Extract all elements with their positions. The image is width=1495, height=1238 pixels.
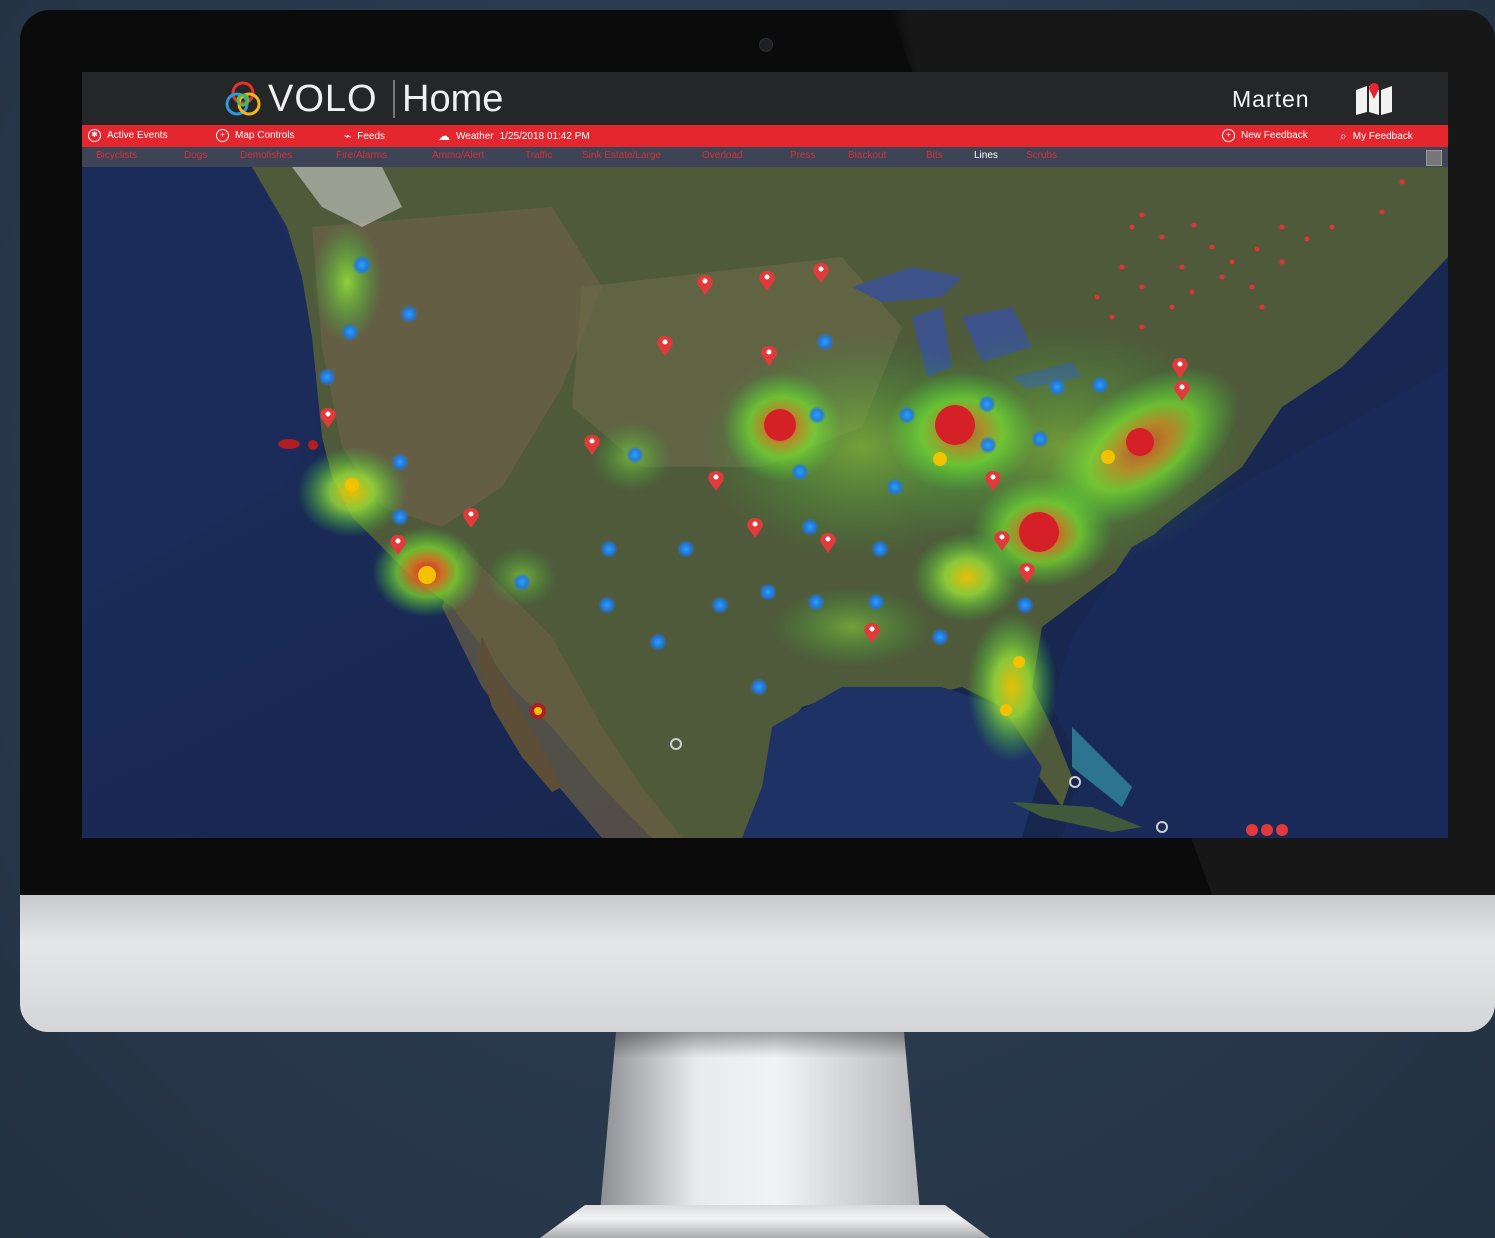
- cluster-marker: [626, 446, 644, 464]
- camera-icon: [759, 38, 773, 52]
- cluster-marker: [750, 678, 768, 696]
- filter-item-active[interactable]: Lines: [974, 150, 998, 161]
- layer-filter-bar: Bicyclists Dogs Demolishes Fire/Alarms A…: [82, 147, 1448, 167]
- filter-item[interactable]: Traffic: [525, 150, 552, 161]
- weather-label: Weather: [456, 130, 494, 142]
- my-feedback-button[interactable]: ⌕ My Feedback: [1340, 129, 1413, 144]
- filter-item[interactable]: Sink Estate/Large: [582, 150, 661, 161]
- cluster-marker: [898, 406, 916, 424]
- cluster-marker: [1048, 378, 1066, 396]
- user-map-icon[interactable]: [1355, 82, 1393, 116]
- cluster-marker: [807, 593, 825, 611]
- app-header: VOLO Home Marten: [82, 72, 1448, 125]
- cluster-marker: [513, 573, 531, 591]
- cluster-marker: [931, 628, 949, 646]
- page-title: Home: [402, 78, 504, 120]
- cluster-marker: [341, 323, 359, 341]
- filter-item[interactable]: Dogs: [184, 150, 207, 161]
- main-toolbar: ✱ Active Events + Map Controls ⌁ Feeds ☁…: [82, 125, 1448, 147]
- cluster-marker: [808, 406, 826, 424]
- cluster-marker: [598, 596, 616, 614]
- cluster-marker: [649, 633, 667, 651]
- cluster-marker: [759, 583, 777, 601]
- volo-logo-icon: [225, 81, 261, 116]
- monitor-foot: [540, 1205, 990, 1238]
- filter-item[interactable]: Scrubs: [1026, 150, 1057, 161]
- cluster-marker: [391, 508, 409, 526]
- cluster-marker: [391, 453, 409, 471]
- cluster-marker: [791, 463, 809, 481]
- header-divider: [393, 80, 395, 118]
- monitor-stand-shadow: [612, 1032, 908, 1058]
- cluster-marker: [318, 368, 336, 386]
- cluster-marker: [711, 596, 729, 614]
- filter-item[interactable]: Blackout: [848, 150, 886, 161]
- map-controls-label: Map Controls: [235, 130, 295, 141]
- filter-item[interactable]: Press: [790, 150, 816, 161]
- weather-timestamp: 1/25/2018 01:42 PM: [499, 130, 590, 142]
- filter-item[interactable]: Bicyclists: [96, 150, 137, 161]
- weather-button[interactable]: ☁ Weather 1/25/2018 01:42 PM: [438, 129, 590, 143]
- cluster-marker: [677, 540, 695, 558]
- map-controls-button[interactable]: + Map Controls: [216, 129, 294, 142]
- monitor-stand: [600, 1032, 920, 1212]
- cluster-marker: [400, 305, 418, 323]
- new-feedback-label: New Feedback: [1241, 130, 1308, 141]
- cluster-marker: [978, 395, 996, 413]
- cluster-marker: [1091, 376, 1109, 394]
- active-events-label: Active Events: [107, 130, 168, 141]
- active-events-button[interactable]: ✱ Active Events: [88, 129, 168, 142]
- cluster-marker: [867, 593, 885, 611]
- filter-item[interactable]: Overload: [702, 150, 743, 161]
- plus-circle-icon: +: [1222, 129, 1235, 142]
- filter-item[interactable]: Fire/Alarms: [336, 150, 387, 161]
- user-name[interactable]: Marten: [1232, 86, 1310, 113]
- radar-icon: ✱: [88, 129, 101, 142]
- cluster-marker: [600, 540, 618, 558]
- cluster-marker: [1016, 596, 1034, 614]
- cluster-marker: [979, 436, 997, 454]
- cluster-marker: [871, 540, 889, 558]
- filter-item[interactable]: Demolishes: [240, 150, 292, 161]
- monitor-chin: [20, 895, 1495, 1032]
- feeds-label: Feeds: [357, 130, 386, 142]
- app-name: VOLO: [268, 78, 378, 120]
- cluster-marker: [352, 255, 372, 275]
- cluster-marker: [801, 518, 819, 536]
- search-icon: ⌕: [1340, 129, 1347, 143]
- cluster-marker: [1031, 430, 1049, 448]
- map-view[interactable]: [82, 167, 1448, 838]
- filter-item[interactable]: Bits: [926, 150, 943, 161]
- filter-item[interactable]: Ammo/Alert: [432, 150, 484, 161]
- satellite-icon: ⌁: [344, 129, 352, 143]
- cluster-marker: [816, 333, 834, 351]
- feeds-button[interactable]: ⌁ Feeds: [344, 129, 385, 143]
- app-screen: VOLO Home Marten ✱ Active Events + Map C…: [82, 72, 1448, 838]
- new-feedback-button[interactable]: + New Feedback: [1222, 129, 1308, 142]
- cloud-icon: ☁: [438, 129, 450, 143]
- layers-toggle-icon[interactable]: [1426, 150, 1442, 166]
- crosshair-icon: +: [216, 129, 229, 142]
- cluster-marker: [886, 478, 904, 496]
- my-feedback-label: My Feedback: [1352, 131, 1413, 142]
